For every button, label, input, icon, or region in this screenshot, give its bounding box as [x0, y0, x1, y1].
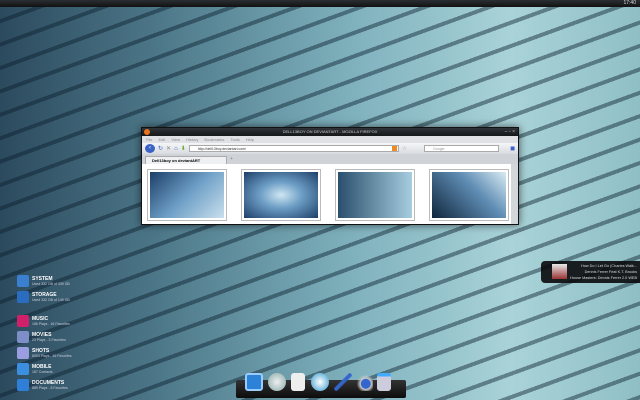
- sidebar-item-shots[interactable]: SHOTS 8053 Plays - 16 Favorites: [17, 347, 72, 359]
- title-bar[interactable]: DELL13BOY ON DEVIANTART - MOZILLA FIREFO…: [142, 128, 518, 136]
- tab-bar: Dell13boy on deviantART +: [142, 154, 518, 164]
- sidebar-item-system[interactable]: SYSTEM Used 332 GB of 339 GB: [17, 275, 70, 287]
- textedit-icon[interactable]: [291, 373, 305, 391]
- music-icon: [17, 315, 29, 327]
- back-button[interactable]: ‹: [145, 144, 155, 153]
- firefox-window: DELL13BOY ON DEVIANTART - MOZILLA FIREFO…: [141, 127, 519, 225]
- xcode-icon[interactable]: [334, 373, 352, 391]
- new-tab-button[interactable]: +: [230, 156, 233, 164]
- item-sub: 187 Contacts: [32, 370, 53, 374]
- shots-icon: [17, 347, 29, 359]
- sidebar-item-documents[interactable]: DOCUMENTS 889 Plays - 8 Favorites: [17, 379, 68, 391]
- url-text: http://dell13boy.deviantart.com/: [197, 147, 247, 151]
- movies-icon: [17, 331, 29, 343]
- stop-icon[interactable]: ✕: [166, 145, 171, 152]
- item-sub: 8053 Plays - 16 Favorites: [32, 354, 72, 358]
- sidebar-item-storage[interactable]: STORAGE Used 332 GB of 149 GB: [17, 291, 70, 303]
- window-title: DELL13BOY ON DEVIANTART - MOZILLA FIREFO…: [282, 129, 378, 134]
- sidebar-item-music[interactable]: MUSIC 186 Plays - 16 Favorites: [17, 315, 70, 327]
- page-content: [142, 164, 511, 224]
- menu-tools[interactable]: Tools: [230, 137, 239, 142]
- item-sub: 889 Plays - 8 Favorites: [32, 386, 68, 390]
- reload-icon[interactable]: ↻: [158, 145, 163, 152]
- track-artist: Dennis Ferrer Feat K.T. Brooks: [584, 270, 637, 274]
- trash-icon[interactable]: [377, 373, 391, 391]
- item-sub: Used 332 GB of 149 GB: [32, 298, 70, 302]
- keychain-icon[interactable]: [355, 373, 373, 391]
- thumbnail[interactable]: [429, 169, 509, 221]
- thumbnail[interactable]: [147, 169, 227, 221]
- mobile-icon: [17, 363, 29, 375]
- sidebar-item-mobile[interactable]: MOBILE 187 Contacts: [17, 363, 53, 375]
- rss-icon[interactable]: [391, 146, 397, 151]
- safari-icon[interactable]: [268, 373, 286, 391]
- sidebar-item-movies[interactable]: MOVIES 23 Plays - 3 Favorites: [17, 331, 66, 343]
- scrollbar[interactable]: [511, 164, 518, 224]
- finder-icon[interactable]: [245, 373, 263, 391]
- thumbnail[interactable]: [335, 169, 415, 221]
- skype-icon[interactable]: ◼: [510, 145, 515, 152]
- storage-icon: [17, 291, 29, 303]
- track-album: House Masters: Dennis Ferrer 2.0 WEB: [570, 276, 637, 280]
- system-icon: [17, 275, 29, 287]
- menu-bookmarks[interactable]: Bookmarks: [204, 137, 224, 142]
- window-controls[interactable]: – ▫ ×: [505, 128, 515, 136]
- documents-icon: [17, 379, 29, 391]
- item-sub: Used 332 GB of 339 GB: [32, 282, 70, 286]
- item-sub: 186 Plays - 16 Favorites: [32, 322, 70, 326]
- clock: 17:40: [623, 0, 636, 6]
- itunes-icon[interactable]: [311, 373, 329, 391]
- menu-edit[interactable]: Edit: [158, 137, 165, 142]
- download-icon[interactable]: ⬇: [181, 145, 186, 152]
- item-sub: 23 Plays - 3 Favorites: [32, 338, 66, 342]
- bookmark-star-icon[interactable]: ☆: [402, 145, 407, 152]
- thumbnail[interactable]: [241, 169, 321, 221]
- search-placeholder: Google: [433, 147, 445, 151]
- top-bar: 17:40: [0, 0, 640, 7]
- menu-bar: File Edit View History Bookmarks Tools Help: [142, 136, 518, 143]
- menu-history[interactable]: History: [186, 137, 198, 142]
- menu-help[interactable]: Help: [246, 137, 254, 142]
- now-playing-widget[interactable]: How Do I Let Go (Charles Walk... Dennis …: [541, 261, 640, 283]
- url-input[interactable]: http://dell13boy.deviantart.com/: [188, 145, 399, 152]
- album-art: [552, 264, 567, 279]
- home-icon[interactable]: ⌂: [174, 146, 178, 152]
- menu-file[interactable]: File: [146, 137, 152, 142]
- track-title: How Do I Let Go (Charles Walk...: [581, 264, 637, 268]
- search-input[interactable]: Google: [424, 145, 500, 152]
- menu-view[interactable]: View: [171, 137, 180, 142]
- tab-deviantart[interactable]: Dell13boy on deviantART: [145, 156, 227, 164]
- firefox-icon: [144, 129, 150, 135]
- navigation-toolbar: ‹ ↻ ✕ ⌂ ⬇ http://dell13boy.deviantart.co…: [142, 143, 518, 154]
